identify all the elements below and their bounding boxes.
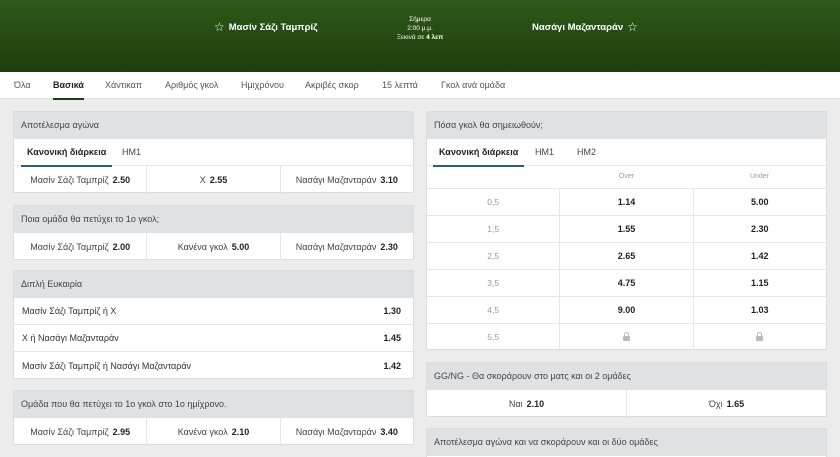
odd-button-away[interactable]: Νασάγι Μαζανταράν 2.30 (281, 233, 413, 260)
tab-all[interactable]: Όλα (14, 72, 31, 99)
match-date: Σήμερα (409, 16, 431, 23)
odd-button-away[interactable]: Νασάγι Μαζανταράν 3.10 (281, 166, 413, 193)
subtab-first-half[interactable]: ΗΜ1 (535, 139, 554, 166)
goal-line: 3,5 (427, 270, 561, 296)
tab-15-minutes[interactable]: 15 λεπτά (382, 72, 418, 99)
goal-line: 2,5 (427, 243, 561, 269)
odd-button-away[interactable]: Νασάγι Μαζανταράν 3.40 (281, 418, 413, 445)
tab-exact-score[interactable]: Ακριβές σκορ (305, 72, 359, 99)
odd-button-over[interactable]: 9.00 (560, 297, 694, 323)
odd-button-over[interactable]: 4.75 (560, 270, 694, 296)
tab-handicap[interactable]: Χάντικαπ (105, 72, 142, 99)
match-result-market: Αποτέλεσμα αγώνα Κανονική διάρκεια ΗΜ1 Μ… (13, 111, 414, 193)
total-goals-market: Πόσα γκολ θα σημειωθούν; Κανονική διάρκε… (426, 111, 827, 350)
home-team[interactable]: ☆ Μασίν Σάζι Ταμπρίζ (214, 21, 317, 33)
period-subtabs: Κανονική διάρκεια ΗΜ1 ΗΜ2 (427, 139, 826, 167)
odd-button-draw[interactable]: Χ 2.55 (147, 166, 281, 193)
odd-button-under[interactable]: 1.15 (694, 270, 826, 296)
match-countdown: Ξεκινά σε 4 λεπ (396, 34, 444, 41)
odd-button-yes[interactable]: Ναι 2.10 (427, 390, 627, 417)
over-under-row: 2,5 2.65 1.42 (427, 242, 826, 269)
under-column-label: Under (749, 173, 770, 180)
odd-button-under[interactable]: 1.03 (694, 297, 826, 323)
first-goal-market: Ποια ομάδα θα πετύχει το 1ο γκολ; Μασίν … (13, 205, 414, 260)
tab-half-time[interactable]: Ημιχρόνου (241, 72, 284, 99)
goal-line: 0,5 (427, 189, 561, 215)
locked-over (560, 324, 694, 350)
match-header: ☆ Μασίν Σάζι Ταμπρίζ Σήμερα 2:00 μ.μ. Ξε… (0, 0, 840, 72)
tab-main[interactable]: Βασικά (53, 72, 84, 100)
away-team-name: Νασάγι Μαζανταράν (532, 21, 624, 33)
subtab-first-half[interactable]: ΗΜ1 (122, 139, 141, 166)
outcome-row: Ναι 2.10 Όχι 1.65 (427, 390, 826, 417)
odd-button-no[interactable]: Όχι 1.65 (627, 390, 826, 417)
odd-button-no-goal[interactable]: Κανένα γκολ 5.00 (147, 233, 281, 260)
double-chance-market: Διπλή Ευκαιρία Μασίν Σάζι Ταμπρίζ ή Χ 1.3… (13, 270, 414, 379)
odd-button-home[interactable]: Μασίν Σάζι Ταμπρίζ 2.50 (14, 166, 148, 193)
locked-under (694, 324, 826, 350)
outcome-row: Μασίν Σάζι Ταμπρίζ 2.50 Χ 2.55 Νασάγι Μαζα… (14, 166, 413, 193)
favorite-star-icon[interactable]: ☆ (214, 21, 225, 33)
odd-button-home[interactable]: Μασίν Σάζι Ταμπρίζ 2.00 (14, 233, 148, 260)
tab-goal-count[interactable]: Αριθμός γκολ (165, 72, 218, 99)
odd-button-under[interactable]: 5.00 (694, 189, 826, 215)
over-under-header: Over Under (427, 166, 826, 188)
odd-button-under[interactable]: 1.42 (694, 243, 826, 269)
goal-line: 4,5 (427, 297, 561, 323)
btts-market: GG/NG - Θα σκοράρουν στο ματς και οι 2 ο… (426, 362, 827, 417)
outcome-row: Μασίν Σάζι Ταμπρίζ 2.00 Κανένα γκολ 5.00 Ν… (14, 233, 413, 260)
away-team[interactable]: Νασάγι Μαζανταράν ☆ (532, 21, 638, 33)
market-title: Ομάδα που θα πετύχει το 1ο γκολ στο 1ο η… (14, 391, 413, 418)
subtab-regular-time[interactable]: Κανονική διάρκεια (20, 139, 113, 167)
odd-button-over[interactable]: 2.65 (560, 243, 694, 269)
market-title: Πόσα γκολ θα σημειωθούν; (427, 112, 826, 139)
market-tabs: Όλα Βασικά Χάντικαπ Αριθμός γκολ Ημιχρόν… (0, 72, 840, 100)
first-half-goal-market: Ομάδα που θα πετύχει το 1ο γκολ στο 1ο η… (13, 390, 414, 445)
odd-button-draw-or-away[interactable]: Χ ή Νασάγι Μαζανταράν 1.45 (14, 325, 413, 352)
home-team-name: Μασίν Σάζι Ταμπρίζ (228, 21, 318, 33)
lock-icon (622, 332, 630, 341)
odd-button-home[interactable]: Μασίν Σάζι Ταμπρίζ 2.95 (14, 418, 148, 445)
over-under-row: 5,5 (427, 323, 826, 350)
market-title: Αποτέλεσμα αγώνα και να σκοράρουν και οι… (427, 429, 826, 456)
match-time: 2:00 μ.μ. (407, 25, 433, 32)
over-under-row: 4,5 9.00 1.03 (427, 296, 826, 323)
subtab-second-half[interactable]: ΗΜ2 (577, 139, 596, 166)
subtab-regular-time[interactable]: Κανονική διάρκεια (432, 139, 525, 167)
lock-icon (756, 332, 764, 341)
goal-line: 1,5 (427, 216, 561, 242)
market-title: GG/NG - Θα σκοράρουν στο ματς και οι 2 ο… (427, 363, 826, 390)
over-under-row: 1,5 1.55 2.30 (427, 215, 826, 242)
market-title: Διπλή Ευκαιρία (14, 271, 413, 298)
favorite-star-icon[interactable]: ☆ (627, 21, 638, 33)
odd-button-no-goal[interactable]: Κανένα γκολ 2.10 (147, 418, 281, 445)
market-title: Αποτέλεσμα αγώνα (14, 112, 413, 139)
over-column-label: Over (618, 173, 635, 180)
result-btts-market: Αποτέλεσμα αγώνα και να σκοράρουν και οι… (426, 428, 827, 457)
market-title: Ποια ομάδα θα πετύχει το 1ο γκολ; (14, 206, 413, 233)
match-time-info: Σήμερα 2:00 μ.μ. Ξεκινά σε 4 λεπ (380, 15, 460, 42)
over-under-row: 0,5 1.14 5.00 (427, 188, 826, 215)
odd-button-over[interactable]: 1.55 (560, 216, 694, 242)
odd-button-home-or-draw[interactable]: Μασίν Σάζι Ταμπρίζ ή Χ 1.30 (14, 298, 413, 325)
tab-goals-per-team[interactable]: Γκολ ανά ομάδα (441, 72, 505, 99)
odd-button-over[interactable]: 1.14 (560, 189, 694, 215)
odd-button-home-or-away[interactable]: Μασίν Σάζι Ταμπρίζ ή Νασάγι Μαζανταράν 1.… (14, 352, 413, 379)
odd-button-under[interactable]: 2.30 (694, 216, 826, 242)
outcome-row: Μασίν Σάζι Ταμπρίζ 2.95 Κανένα γκολ 2.10 Ν… (14, 418, 413, 445)
over-under-row: 3,5 4.75 1.15 (427, 269, 826, 296)
goal-line: 5,5 (427, 324, 561, 350)
period-subtabs: Κανονική διάρκεια ΗΜ1 (14, 139, 413, 167)
